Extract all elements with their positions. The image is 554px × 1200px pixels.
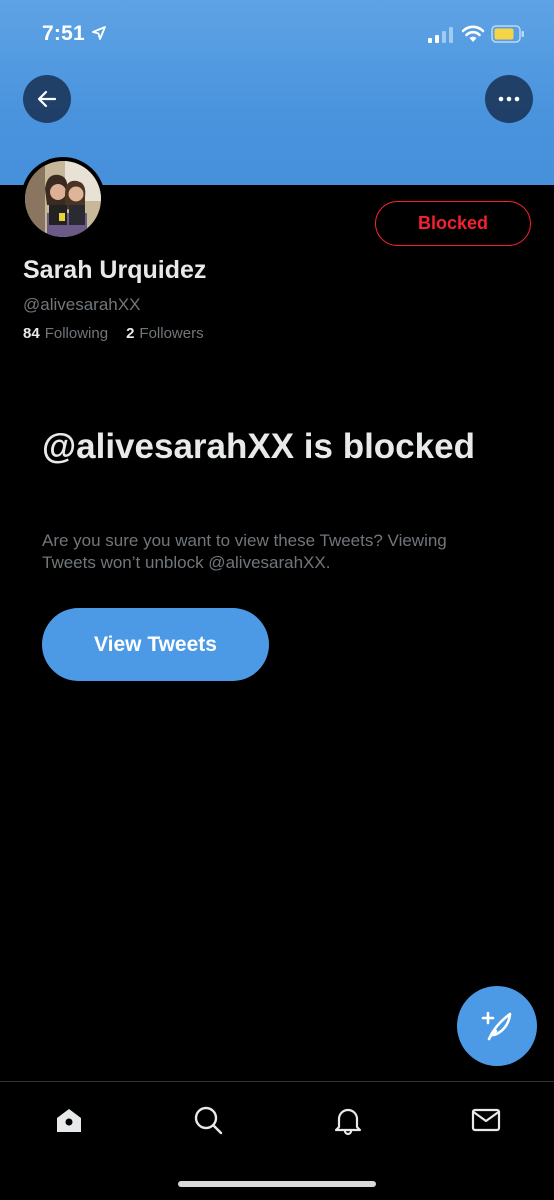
- more-options-button[interactable]: [485, 75, 533, 123]
- tab-notifications[interactable]: [328, 1100, 368, 1140]
- compose-tweet-button[interactable]: [457, 986, 537, 1066]
- battery-icon: [491, 25, 524, 43]
- ellipsis-icon: [498, 96, 520, 102]
- bell-icon: [334, 1108, 362, 1136]
- avatar[interactable]: [21, 157, 105, 241]
- following-link[interactable]: 84 Following: [23, 325, 108, 342]
- following-count: 84: [23, 325, 40, 342]
- profile-display-name: Sarah Urquidez: [23, 256, 207, 284]
- arrow-left-icon: [37, 90, 57, 108]
- followers-label: Followers: [139, 325, 204, 342]
- status-bar: 7:51: [0, 0, 554, 70]
- tab-home[interactable]: [49, 1100, 89, 1140]
- profile-handle: @alivesarahXX: [23, 295, 141, 314]
- home-indicator: [178, 1181, 376, 1187]
- location-arrow-icon: [92, 26, 106, 40]
- view-tweets-button[interactable]: View Tweets: [42, 608, 269, 681]
- cellular-signal-icon: [428, 27, 453, 43]
- followers-count: 2: [126, 325, 135, 342]
- follow-stats: 84 Following 2 Followers: [23, 325, 204, 342]
- blocked-button[interactable]: Blocked: [375, 201, 531, 246]
- tab-messages[interactable]: [466, 1100, 506, 1140]
- search-icon: [194, 1106, 223, 1135]
- feather-plus-icon: [481, 1011, 512, 1041]
- status-time: 7:51: [42, 22, 85, 45]
- avatar-photo: [25, 161, 101, 237]
- followers-link[interactable]: 2 Followers: [126, 325, 204, 342]
- blocked-notice-description: Are you sure you want to view these Twee…: [42, 531, 447, 572]
- tab-search[interactable]: [188, 1100, 228, 1140]
- wifi-icon: [461, 25, 485, 42]
- blocked-notice-title: @alivesarahXX is blocked: [42, 427, 475, 466]
- envelope-icon: [471, 1108, 501, 1132]
- back-button[interactable]: [23, 75, 71, 123]
- following-label: Following: [44, 325, 109, 342]
- home-icon: [57, 1109, 81, 1132]
